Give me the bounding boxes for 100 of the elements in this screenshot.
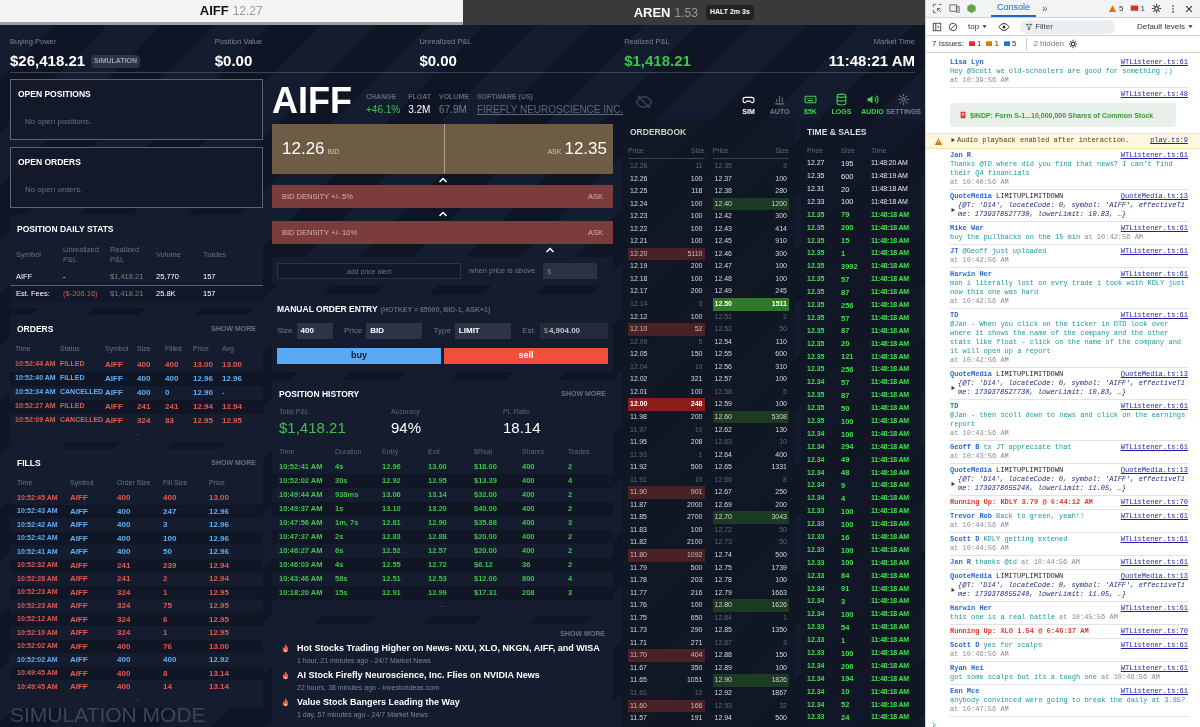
table-cell-text: AIFF <box>70 546 89 558</box>
log-levels-dropdown[interactable]: Default levels <box>1136 20 1194 33</box>
table-cell-text: 1 <box>163 586 169 599</box>
news-headline[interactable]: Hot Stocks Trading Higher on News- NXU, XLO, NKGN, AIFF, and WISA <box>297 642 600 656</box>
table-cell-text: AIFF <box>70 681 89 693</box>
settings-icon[interactable] <box>1068 39 1079 49</box>
table-cell-text: 400 <box>117 505 132 518</box>
buy-button[interactable]: buy <box>277 347 441 364</box>
empty-message: No open orders. <box>24 183 84 196</box>
issues-label: 7 Issues: <box>932 38 964 50</box>
table-cell-text: AIFF <box>70 586 89 599</box>
table-cell-text: 13.00 <box>209 492 231 504</box>
table-cell-text: 324 <box>117 613 132 626</box>
table-cell-text: 12.92 <box>209 654 231 666</box>
table-cell-text: 76 <box>163 640 173 653</box>
issue-count[interactable]: 1 <box>985 38 999 50</box>
table-cell-text: 0 <box>165 386 171 399</box>
table-cell-text: AIFF <box>105 400 124 413</box>
issue-count[interactable]: 1 <box>968 38 982 50</box>
summary-value: 94% <box>391 418 423 438</box>
table-cell-text: 324 <box>117 586 132 599</box>
table-cell-text: 400 <box>137 386 152 399</box>
close-icon[interactable] <box>1184 3 1194 14</box>
expand-icon[interactable] <box>950 385 956 391</box>
table-cell-text: 13.00 <box>193 358 215 371</box>
table-cell-text: AIFF <box>70 667 89 680</box>
warning-icon <box>985 40 994 48</box>
news-headline[interactable]: Value Stock Bangers Leading the Way <box>297 696 460 710</box>
table-cell-text: 12.96 <box>209 546 231 558</box>
eye-icon[interactable] <box>998 20 1011 33</box>
order-field[interactable]: 400 <box>296 322 333 339</box>
context-selector[interactable]: top <box>968 20 989 33</box>
order-field[interactable]: LIMIT <box>454 322 511 339</box>
table-cell-text: 100 <box>163 532 178 545</box>
prompt-icon[interactable] <box>930 721 938 727</box>
table-cell-text: AIFF <box>105 372 124 385</box>
table-cell-text: 13.00 <box>222 358 244 371</box>
stat-value: $0.00 <box>419 51 457 72</box>
settings-icon[interactable] <box>1151 3 1162 14</box>
table-cell-text: 2 <box>163 573 169 585</box>
order-field[interactable]: BID <box>366 322 423 339</box>
error-count[interactable]: 1 <box>1129 2 1145 15</box>
filter-field[interactable]: Filter <box>1020 19 1116 34</box>
table-cell-text: 12.96 <box>222 372 244 385</box>
table-cell-text: 400 <box>137 358 152 371</box>
table-cell-text: 400 <box>117 667 132 680</box>
panel-title: ORDERBOOK <box>629 126 688 139</box>
sell-button[interactable]: sell <box>444 347 608 364</box>
table-cell-text: 6 <box>163 613 169 626</box>
table-cell-text: AIFF <box>70 505 89 518</box>
inspect-icon[interactable] <box>932 3 943 14</box>
issue-count[interactable]: 5 <box>1002 38 1017 50</box>
expand-icon[interactable] <box>950 587 956 593</box>
flame-icon <box>280 697 291 708</box>
field-label: Price <box>343 324 363 337</box>
table-cell-text: 324 <box>117 627 132 639</box>
table-cell-text: 400 <box>117 546 132 558</box>
table-cell-text: 400 <box>117 519 132 531</box>
table-cell-text: AIFF <box>70 532 89 545</box>
flame-icon <box>280 643 291 654</box>
warning-icon <box>1108 4 1118 13</box>
table-cell-text: 13.14 <box>209 667 231 680</box>
clear-console-icon[interactable] <box>948 21 958 32</box>
table-cell-text: 400 <box>117 640 132 653</box>
table-cell-text: 13.14 <box>209 681 231 693</box>
table-cell-text: 12.94 <box>193 400 215 413</box>
table-cell-text: AIFF <box>70 559 89 572</box>
table-cell-text: AIFF <box>70 600 89 612</box>
panel-title: OPEN POSITIONS <box>18 88 92 101</box>
database-icon <box>835 92 848 106</box>
panel-title: MANUAL ORDER ENTRY <box>277 303 378 316</box>
table-cell-text: AIFF <box>70 654 89 666</box>
device-icon[interactable] <box>949 3 960 14</box>
table-cell-text: 12.96 <box>209 532 231 545</box>
flame-icon <box>280 670 291 681</box>
devtools-tab[interactable]: Console <box>991 0 1037 17</box>
more-tabs-button[interactable]: » <box>1042 1 1048 16</box>
field-label: Size <box>277 324 293 337</box>
table-cell-text: 400 <box>163 654 178 666</box>
table-cell-text: 12.95 <box>209 586 231 599</box>
table-cell-text: AIFF <box>70 519 89 531</box>
warning-count[interactable]: 5 <box>1108 2 1124 15</box>
table-cell-text: 12.94 <box>209 573 231 585</box>
sidebar-toggle-icon[interactable] <box>932 21 942 32</box>
expand-icon[interactable] <box>950 137 956 144</box>
table-cell-text: 241 <box>117 573 132 585</box>
table-cell-text: 400 <box>117 681 132 693</box>
table-cell-text: 8 <box>163 667 169 680</box>
table-cell-text: AIFF <box>70 613 89 626</box>
table-cell-text: AIFF <box>70 640 89 653</box>
expand-icon[interactable] <box>950 481 956 487</box>
expand-icon[interactable] <box>950 207 956 213</box>
hexagon-icon[interactable] <box>966 3 977 14</box>
panel-title: TIME & SALES <box>806 126 868 139</box>
symbol-tab[interactable]: AIFF 12.27 <box>0 0 463 25</box>
panel-title: OPEN ORDERS <box>18 156 82 169</box>
news-headline[interactable]: AI Stock Firefly Neuroscience, Inc. Flies on NVIDIA News <box>297 669 540 683</box>
table-cell-text: 400 <box>117 654 132 666</box>
error-icon <box>1129 4 1139 13</box>
table-cell-text: AIFF <box>70 492 89 504</box>
